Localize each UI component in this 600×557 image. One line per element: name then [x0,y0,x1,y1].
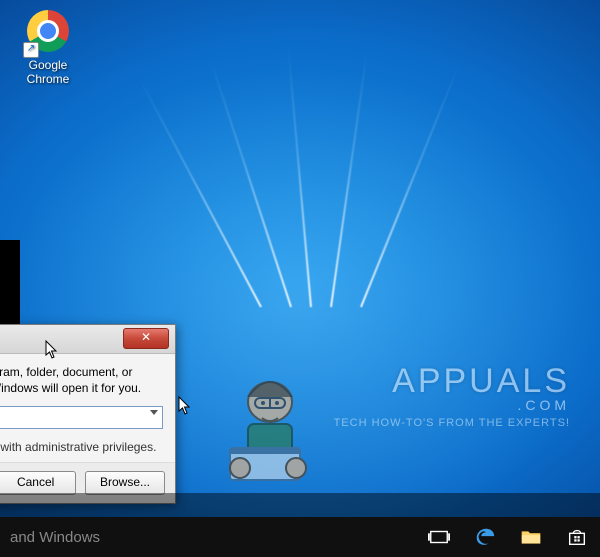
watermark-title: APPUALS [290,362,570,401]
desktop-icon-label: Google Chrome [10,58,86,86]
taskbar: and Windows [0,517,600,557]
file-explorer-button[interactable] [508,517,554,557]
desktop-icon-google-chrome[interactable]: ↗ Google Chrome [10,10,86,86]
task-view-button[interactable] [416,517,462,557]
appuals-watermark: APPUALS .COM TECH HOW-TO'S FROM THE EXPE… [290,362,570,482]
chevron-down-icon [150,410,158,415]
search-placeholder: and Windows [10,529,100,546]
frame-strip [0,240,20,330]
watermark-tagline: TECH HOW-TO'S FROM THE EXPERTS! [290,417,570,429]
store-button[interactable] [554,517,600,557]
mascot-icon [200,362,330,492]
shortcut-overlay-icon: ↗ [23,42,39,58]
cancel-button[interactable]: Cancel [0,471,76,495]
store-icon [566,526,588,548]
run-description: Type the name of a program, folder, docu… [0,364,163,396]
browse-button[interactable]: Browse... [85,471,165,495]
taskbar-search[interactable]: and Windows [0,517,190,557]
chrome-icon: ↗ [25,10,71,56]
run-titlebar[interactable]: ✕ [0,325,175,354]
edge-icon [474,526,496,548]
run-dialog: ✕ Type the name of a program, folder, do… [0,324,176,504]
run-admin-note: This task will be created with administr… [0,439,163,455]
close-icon: ✕ [141,330,151,344]
edge-browser-button[interactable] [462,517,508,557]
close-button[interactable]: ✕ [123,328,169,349]
run-open-combobox[interactable] [0,406,163,429]
taskbar-shadow [0,493,600,517]
task-view-icon [428,526,450,548]
file-explorer-icon [520,526,542,548]
